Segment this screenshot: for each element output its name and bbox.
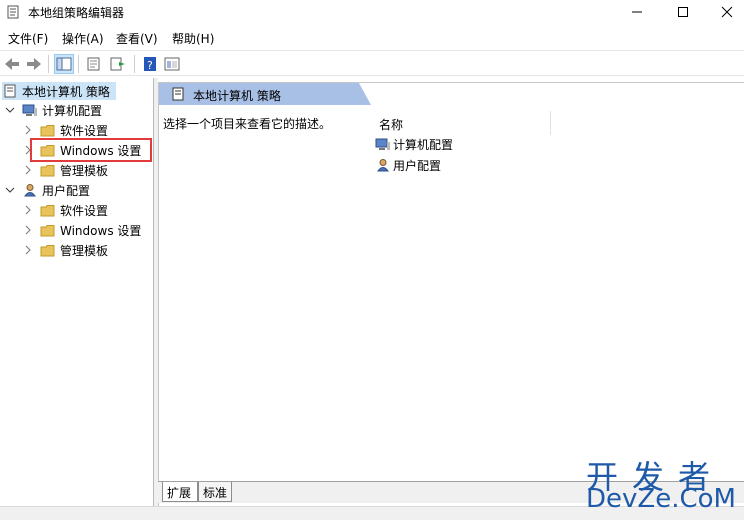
folder-icon (40, 223, 56, 237)
chevron-down-icon[interactable] (4, 184, 16, 196)
tree-root-label: 本地计算机 策略 (22, 84, 110, 99)
menu-action[interactable]: 操作(A) (62, 30, 104, 47)
menu-file[interactable]: 文件(F) (8, 30, 48, 47)
folder-icon (40, 243, 56, 257)
description-text: 选择一个项目来查看它的描述。 (163, 117, 332, 131)
details-header-band (359, 83, 744, 105)
item-list: 名称 计算机配置 用户配置 (363, 105, 744, 465)
tree-item-computer-config[interactable]: 计算机配置 (4, 101, 102, 119)
chevron-right-icon[interactable] (22, 204, 34, 216)
list-item-label: 用户配置 (393, 158, 442, 173)
policy-editor-app-icon (6, 5, 20, 19)
back-arrow-icon[interactable] (2, 54, 22, 74)
user-icon (22, 183, 38, 197)
list-item-user-config[interactable]: 用户配置 (375, 156, 441, 174)
tree-item-user-config[interactable]: 用户配置 (4, 181, 90, 199)
computer-icon (375, 137, 391, 151)
user-icon (375, 158, 391, 172)
folder-icon (40, 163, 56, 177)
view-icon[interactable] (162, 54, 182, 74)
list-item-computer-config[interactable]: 计算机配置 (375, 135, 453, 153)
close-button[interactable] (704, 0, 744, 24)
title-bar: 本地组策略编辑器 (0, 0, 744, 24)
chevron-down-icon[interactable] (4, 104, 16, 116)
tree-item-label: 管理模板 (60, 163, 109, 178)
tab-standard[interactable]: 标准 (198, 482, 232, 502)
watermark-logo: 开发者 DevZe.CoM (586, 452, 744, 520)
policy-document-icon (2, 84, 18, 98)
minimize-button[interactable] (614, 0, 660, 24)
toolbar: ? (0, 50, 744, 76)
column-header-name[interactable]: 名称 (375, 111, 551, 135)
window-title: 本地组策略编辑器 (28, 6, 125, 20)
tab-extended[interactable]: 扩展 (162, 482, 198, 502)
details-header-title: 本地计算机 策略 (193, 89, 281, 103)
maximize-button[interactable] (660, 0, 706, 24)
help-icon[interactable]: ? (140, 54, 160, 74)
tree-item-label: 管理模板 (60, 243, 109, 258)
chevron-right-icon[interactable] (22, 164, 34, 176)
menu-help[interactable]: 帮助(H) (172, 30, 214, 47)
export-list-icon[interactable] (108, 54, 128, 74)
tree-item-label: Windows 设置 (60, 223, 142, 238)
forward-arrow-icon[interactable] (24, 54, 44, 74)
tree-item-label: 软件设置 (60, 123, 109, 138)
tree-item-computer-admin-templates[interactable]: 管理模板 (22, 161, 108, 179)
tree-item-user-windows-settings[interactable]: Windows 设置 (22, 221, 141, 239)
tree-item-label: 计算机配置 (42, 103, 103, 118)
tree-item-computer-software-settings[interactable]: 软件设置 (22, 121, 108, 139)
details-pane: 本地计算机 策略 选择一个项目来查看它的描述。 名称 计算机配置 用户配置 (158, 82, 744, 506)
menu-view[interactable]: 查看(V) (116, 30, 158, 47)
folder-icon (40, 123, 56, 137)
show-hide-tree-icon[interactable] (54, 54, 74, 74)
details-header: 本地计算机 策略 (159, 83, 359, 105)
tree-item-label: 软件设置 (60, 203, 109, 218)
chevron-right-icon[interactable] (22, 244, 34, 256)
svg-text:?: ? (147, 59, 153, 72)
chevron-right-icon[interactable] (22, 124, 34, 136)
tree-root-local-computer-policy[interactable]: 本地计算机 策略 (2, 82, 116, 100)
computer-icon (22, 103, 38, 117)
menu-bar: 文件(F) 操作(A) 查看(V) 帮助(H) (0, 26, 744, 48)
highlight-annotation-box (30, 138, 152, 162)
chevron-right-icon[interactable] (22, 224, 34, 236)
properties-icon[interactable] (84, 54, 104, 74)
policy-document-icon (171, 87, 185, 101)
tree-item-label: 用户配置 (42, 183, 91, 198)
tree-item-user-admin-templates[interactable]: 管理模板 (22, 241, 108, 259)
column-header-label: 名称 (379, 118, 404, 132)
list-item-label: 计算机配置 (393, 137, 454, 152)
tree-item-user-software-settings[interactable]: 软件设置 (22, 201, 108, 219)
watermark-bottom-text: DevZe.CoM (586, 484, 736, 514)
folder-icon (40, 203, 56, 217)
